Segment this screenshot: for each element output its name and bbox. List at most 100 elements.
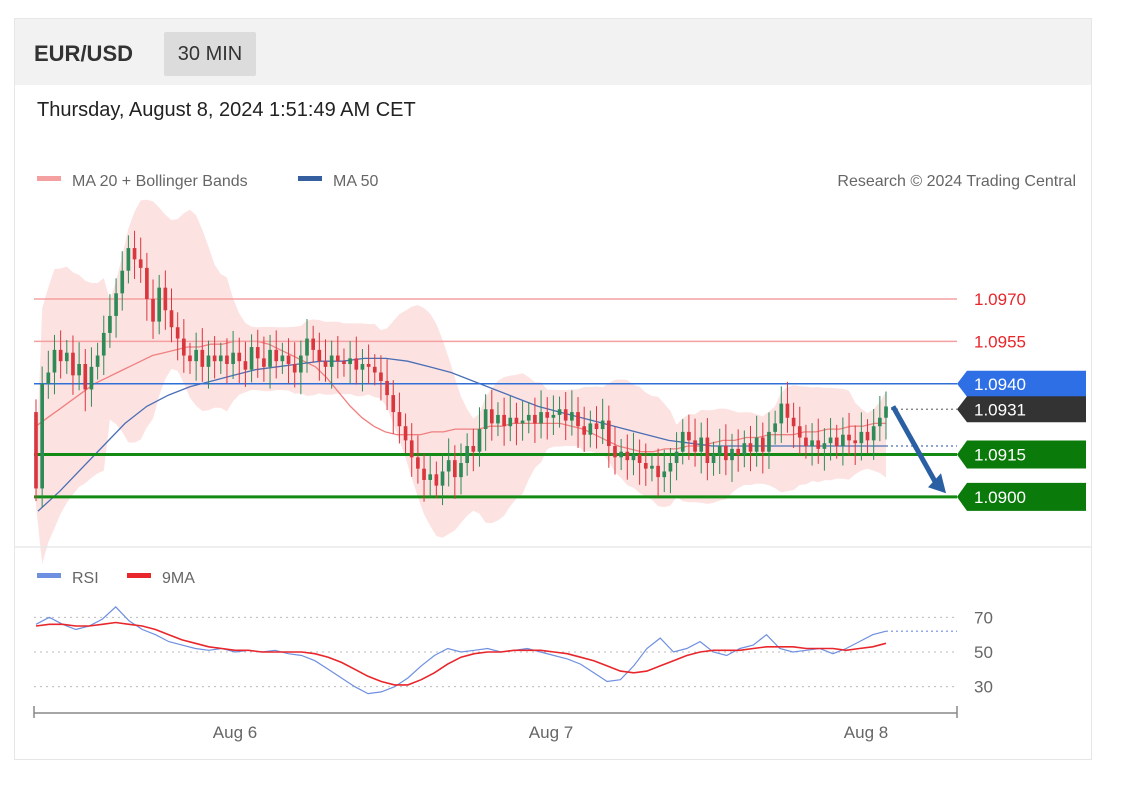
candle-body [145,267,149,299]
candle-body [539,412,543,424]
candle-body [132,248,137,260]
candle-body [847,434,851,441]
candle-body [489,409,494,424]
candle-body [613,446,617,458]
chart-canvas: MA 20 + Bollinger Bands MA 50 Research ©… [14,173,1092,742]
candle-body [594,423,599,430]
candle-body [797,426,802,438]
candle-body [138,259,143,268]
candle-body [89,366,94,390]
candle-body [853,440,858,444]
candle-body [717,446,722,455]
candle-body [816,440,821,449]
candle-body [674,451,679,463]
x-axis: Aug 6 Aug 7 Aug 8 [33,706,958,742]
candle-body [471,446,476,452]
candle-body [416,457,420,469]
candle-body [459,462,463,478]
candle-body [52,349,57,373]
candle-body [379,372,383,381]
rsi-tick-label: 50 [974,643,993,662]
candle-body [526,414,531,421]
rsi-legend: RSI 9MA [37,570,195,587]
candle-body [606,420,611,447]
candle-body [342,361,346,365]
candle-body [95,355,100,367]
candle-body [496,414,500,424]
candle-body [760,437,765,452]
candle-body [680,431,685,452]
candle-body [317,349,322,362]
forecast-arrow [890,405,946,494]
candle-body [428,474,433,480]
candle-body [724,446,728,461]
candle-body [576,412,580,427]
candle-body [754,437,759,452]
candle-body [588,423,593,435]
candle-body [255,347,260,359]
candle-body [508,417,513,427]
candle-body [557,409,562,415]
candle-body [108,315,112,333]
candle-body [360,364,365,370]
candle-body [668,462,673,472]
candle-body [175,327,180,339]
rsi-legend-swatch [37,573,61,578]
candle-body [748,443,753,452]
candle-body [859,431,864,444]
candle-body [822,443,827,449]
candle-body [570,412,574,421]
candle-body [650,465,654,469]
candle-body [736,448,741,455]
candle-body [742,443,747,455]
resistance-label: 1.0955 [974,332,1026,351]
price-legend: MA 20 + Bollinger Bands MA 50 Research ©… [37,173,1076,190]
candle-body [292,364,297,373]
candle-body [600,420,605,430]
candle-body [120,270,125,294]
candle-body [354,358,359,370]
candle-body [385,380,389,396]
rsi-lines [35,606,957,695]
candle-body [114,293,118,316]
rsi-line [35,606,887,695]
rsi-tick-label: 70 [974,608,993,627]
rsi-ma-legend-label: 9MA [162,570,195,587]
candle-body [699,437,704,452]
candle-body [446,460,451,472]
candle-body [391,395,396,413]
candle-body [773,423,777,432]
rsi-ma-line [35,621,887,686]
candle-body [200,349,205,367]
candle-body [58,349,63,362]
candle-body [218,355,223,362]
candle-body [231,352,235,365]
candle-body [237,352,242,362]
x-tick-label: Aug 7 [529,723,573,742]
candle-body [791,417,796,427]
candle-body [335,355,340,362]
candle-body [551,414,556,418]
candle-body [465,446,469,463]
candle-body [372,366,377,373]
candle-body [871,426,876,441]
x-tick-label: Aug 8 [844,723,888,742]
candle-body [163,287,168,311]
candle-body [828,437,833,444]
candle-body [243,361,248,370]
candle-body [619,451,623,458]
x-tick-label: Aug 6 [213,723,257,742]
candle-body [545,412,550,418]
candle-body [453,460,457,478]
candle-body [329,355,334,367]
candle-body [305,338,309,356]
candle-body [804,437,808,447]
candle-body [83,364,88,390]
candle-body [841,434,845,447]
credit-text: Research © 2024 Trading Central [837,173,1076,190]
candle-body [563,409,568,421]
candle-body [878,417,882,427]
pivot-label: 1.0940 [974,375,1026,394]
candle-body [194,349,198,362]
candle-body [625,451,630,461]
